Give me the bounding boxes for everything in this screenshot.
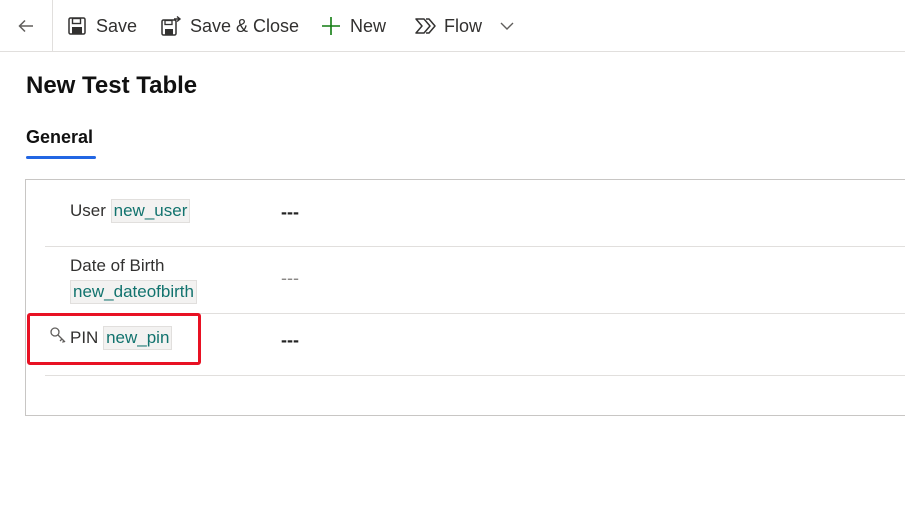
- save-icon: [66, 15, 88, 37]
- field-row-date-of-birth: Date of Birth new_dateofbirth ---: [45, 247, 905, 314]
- chevron-down-icon: [500, 22, 514, 30]
- field-label-text: User: [70, 201, 106, 220]
- flow-icon: [414, 15, 436, 37]
- field-value-user[interactable]: ---: [281, 202, 299, 223]
- field-row-user: User new_user ---: [45, 180, 905, 247]
- key-icon: [50, 327, 66, 343]
- plus-icon: [320, 15, 342, 37]
- flow-label: Flow: [444, 15, 483, 36]
- field-label-pin: PIN new_pin: [70, 326, 173, 350]
- schema-name-tag: new_user: [110, 199, 191, 223]
- field-label-date-of-birth-schema: new_dateofbirth: [70, 280, 197, 304]
- flow-dropdown-button[interactable]: [496, 0, 518, 52]
- field-label-user: User new_user: [70, 199, 191, 223]
- back-button[interactable]: [0, 0, 53, 52]
- field-label-text: PIN: [70, 328, 99, 347]
- field-value-date-of-birth[interactable]: ---: [281, 268, 299, 289]
- arrow-left-icon: [18, 19, 33, 33]
- command-bar: Save Save & Close New Flow: [0, 0, 905, 52]
- save-close-icon: [160, 15, 182, 37]
- page-title: New Test Table: [26, 72, 198, 99]
- save-close-label: Save & Close: [190, 15, 300, 36]
- field-value-pin[interactable]: ---: [281, 330, 299, 351]
- save-button[interactable]: Save: [66, 0, 137, 52]
- new-label: New: [350, 15, 387, 36]
- field-row-pin: PIN new_pin ---: [45, 314, 905, 376]
- new-button[interactable]: New: [320, 0, 386, 52]
- save-label: Save: [96, 15, 138, 36]
- schema-name-tag: new_dateofbirth: [70, 280, 197, 304]
- tab-selected-indicator: [26, 156, 96, 159]
- flow-button[interactable]: Flow: [414, 0, 482, 52]
- tab-general[interactable]: General: [26, 127, 93, 148]
- field-label-date-of-birth-text: Date of Birth: [70, 256, 165, 275]
- schema-name-tag: new_pin: [103, 326, 173, 350]
- save-and-close-button[interactable]: Save & Close: [160, 0, 299, 52]
- form-section: User new_user --- Date of Birth new_date…: [25, 179, 905, 416]
